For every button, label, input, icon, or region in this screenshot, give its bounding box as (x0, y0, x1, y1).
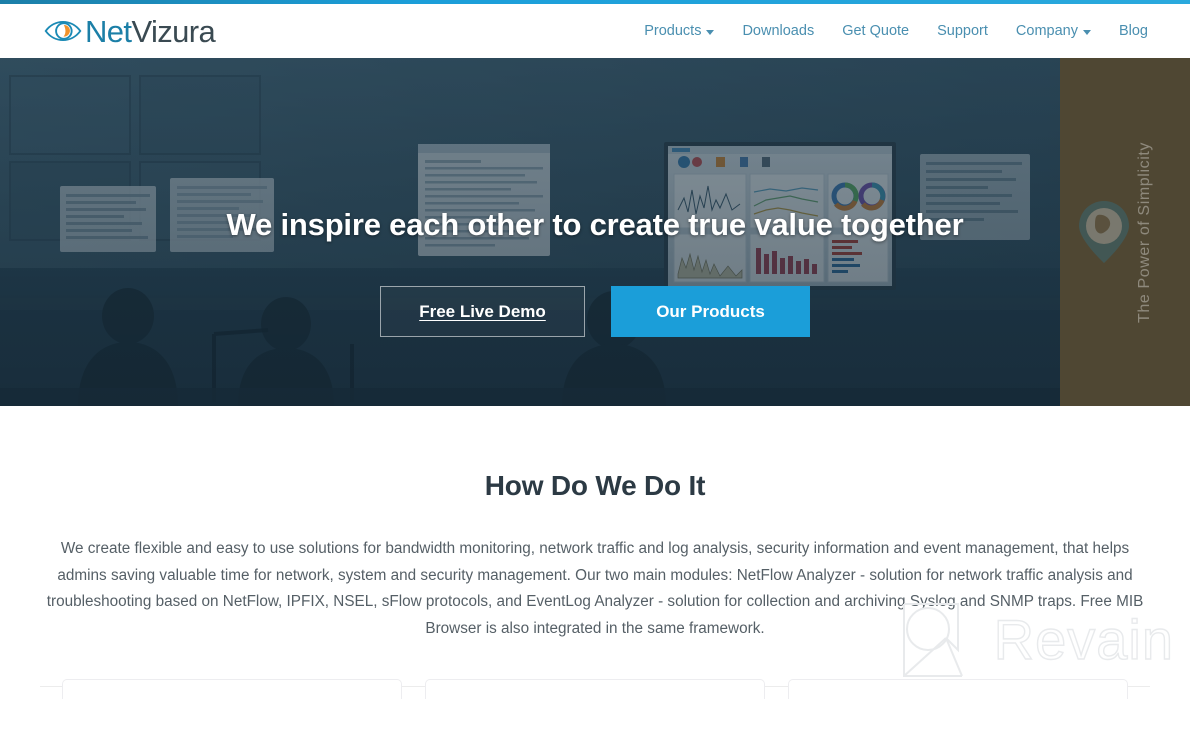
feature-card[interactable] (62, 679, 402, 699)
brand-logo[interactable]: NetVizura (44, 13, 216, 49)
nav-item-blog[interactable]: Blog (1119, 23, 1148, 39)
main-navigation: Products Downloads Get Quote Support Com… (644, 23, 1168, 39)
hero-side-panel: The Power of Simplicity (1060, 58, 1190, 406)
chevron-down-icon (1082, 29, 1091, 35)
brand-name-part2: Vizura (131, 13, 216, 49)
feature-card[interactable] (788, 679, 1128, 699)
hero-button-group: Free Live Demo Our Products (380, 286, 810, 338)
main-section: How Do We Do It We create flexible and e… (0, 406, 1190, 699)
side-panel-text: The Power of Simplicity (1136, 141, 1153, 323)
our-products-button[interactable]: Our Products (611, 286, 810, 338)
free-live-demo-button-label: Free Live Demo (419, 301, 546, 321)
our-products-button-label: Our Products (656, 301, 765, 321)
eye-icon (44, 20, 82, 42)
nav-item-products[interactable]: Products (644, 23, 715, 39)
feature-card[interactable] (425, 679, 765, 699)
brand-name-part1: Net (85, 13, 132, 49)
hero-content: We inspire each other to create true val… (0, 58, 1190, 406)
nav-item-support-label: Support (937, 23, 988, 39)
chevron-down-icon (706, 29, 715, 35)
nav-item-downloads-label: Downloads (742, 23, 815, 39)
nav-item-blog-label: Blog (1118, 23, 1148, 39)
free-live-demo-button[interactable]: Free Live Demo (380, 286, 585, 338)
section-title: How Do We Do It (484, 470, 706, 501)
nav-item-get-quote-label: Get Quote (842, 23, 910, 39)
map-pin-globe-icon (1079, 201, 1129, 263)
brand-logo-text: NetVizura (85, 13, 216, 49)
nav-item-get-quote[interactable]: Get Quote (842, 23, 909, 39)
section-body-text: We create flexible and easy to use solut… (46, 540, 1144, 637)
nav-item-company-label: Company (1015, 23, 1078, 39)
hero-section: We inspire each other to create true val… (0, 58, 1190, 406)
nav-item-company[interactable]: Company (1016, 23, 1091, 39)
nav-item-support[interactable]: Support (937, 23, 988, 39)
hero-title: We inspire each other to create true val… (226, 207, 964, 242)
nav-item-downloads[interactable]: Downloads (742, 23, 814, 39)
site-header: NetVizura Products Downloads Get Quote S… (0, 4, 1190, 58)
nav-item-products-label: Products (644, 23, 702, 39)
bottom-card-row (0, 679, 1190, 699)
